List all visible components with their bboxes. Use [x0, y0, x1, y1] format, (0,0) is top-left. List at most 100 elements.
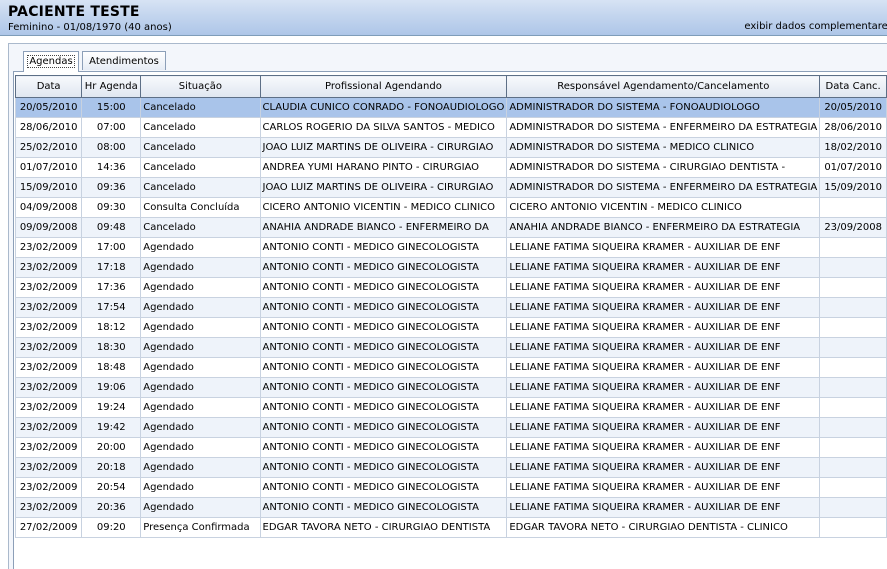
cell-scheduling-professional: ANTONIO CONTI - MEDICO GINECOLOGISTA [259, 477, 508, 498]
table-row[interactable]: 23/02/2009 18:48 Agendado ANTONIO CONTI - M… [14, 357, 887, 378]
cell-time: 07:00 [81, 117, 142, 138]
table-row[interactable]: 15/09/2010 09:36 Cancelado JOAO LUIZ MARTIN… [14, 177, 887, 198]
table-row[interactable]: 23/02/2009 20:18 Agendado ANTONIO CONTI - M… [14, 457, 887, 478]
cell-time: 17:36 [81, 277, 142, 298]
cell-date: 09/09/2008 [14, 217, 83, 238]
cell-cancel-date: 18/02/2010 [819, 137, 887, 158]
tab-atendimentos[interactable]: Atendimentos [82, 51, 166, 70]
cell-date: 27/02/2009 [14, 517, 83, 538]
table-row[interactable]: 23/02/2009 18:30 Agendado ANTONIO CONTI - M… [14, 337, 887, 358]
show-details-link[interactable]: exibir dados complementares [744, 21, 887, 32]
table-row[interactable]: 23/02/2009 19:06 Agendado ANTONIO CONTI - M… [14, 377, 887, 398]
cell-cancel-date [819, 317, 887, 338]
cell-cancel-date [819, 517, 887, 538]
cell-time: 20:00 [81, 437, 142, 458]
column-header-status[interactable]: Situação [140, 75, 261, 98]
cell-cancel-date [819, 297, 887, 318]
cell-status: Cancelado [140, 117, 261, 138]
cell-date: 23/02/2009 [14, 277, 83, 298]
cell-date: 23/02/2009 [14, 257, 83, 278]
cell-status: Agendado [140, 397, 261, 418]
cell-time: 17:18 [81, 257, 142, 278]
cell-cancel-date [819, 357, 887, 378]
cell-responsible: LELIANE FATIMA SIQUEIRA KRAMER - AUXILIA… [506, 497, 821, 518]
cell-scheduling-professional: CARLOS ROGERIO DA SILVA SANTOS - MEDICO [259, 117, 508, 138]
cell-scheduling-professional: CLAUDIA CUNICO CONRADO - FONOAUDIOLOGO [259, 97, 508, 118]
table-row[interactable]: 23/02/2009 17:54 Agendado ANTONIO CONTI - M… [14, 297, 887, 318]
appointments-table: Data Hr Agenda Situação Profissional Age… [14, 75, 887, 538]
cell-date: 23/02/2009 [14, 317, 83, 338]
cell-scheduling-professional: ANTONIO CONTI - MEDICO GINECOLOGISTA [259, 297, 508, 318]
cell-cancel-date [819, 377, 887, 398]
cell-cancel-date: 23/09/2008 [819, 217, 887, 238]
table-row[interactable]: 01/07/2010 14:36 Cancelado ANDREA YUMI HARA… [14, 157, 887, 178]
cell-scheduling-professional: ANTONIO CONTI - MEDICO GINECOLOGISTA [259, 377, 508, 398]
cell-time: 14:36 [81, 157, 142, 178]
table-row[interactable]: 23/02/2009 17:18 Agendado ANTONIO CONTI - M… [14, 257, 887, 278]
table-row[interactable]: 25/02/2010 08:00 Cancelado JOAO LUIZ MARTIN… [14, 137, 887, 158]
cell-status: Cancelado [140, 157, 261, 178]
cell-status: Agendado [140, 417, 261, 438]
cell-date: 23/02/2009 [14, 477, 83, 498]
cell-scheduling-professional: ANTONIO CONTI - MEDICO GINECOLOGISTA [259, 457, 508, 478]
cell-responsible: LELIANE FATIMA SIQUEIRA KRAMER - AUXILIA… [506, 237, 821, 258]
cell-cancel-date: 15/09/2010 [819, 177, 887, 198]
cell-cancel-date [819, 257, 887, 278]
column-header-scheduling-professional[interactable]: Profissional Agendando [259, 75, 508, 98]
cell-time: 17:54 [81, 297, 142, 318]
cell-time: 19:06 [81, 377, 142, 398]
column-header-cancel-date[interactable]: Data Canc. [819, 75, 887, 98]
table-row[interactable]: 04/09/2008 09:30 Consulta Concluída CICERO … [14, 197, 887, 218]
tab-agendas-label: Agendas [27, 55, 75, 68]
cell-date: 23/02/2009 [14, 437, 83, 458]
cell-scheduling-professional: ANDREA YUMI HARANO PINTO - CIRURGIAO [259, 157, 508, 178]
cell-scheduling-professional: ANTONIO CONTI - MEDICO GINECOLOGISTA [259, 417, 508, 438]
table-row[interactable]: 23/02/2009 17:36 Agendado ANTONIO CONTI - M… [14, 277, 887, 298]
tab-agendas[interactable]: Agendas [23, 51, 79, 72]
cell-status: Agendado [140, 377, 261, 398]
cell-scheduling-professional: CICERO ANTONIO VICENTIN - MEDICO CLINICO [259, 197, 508, 218]
cell-scheduling-professional: ANTONIO CONTI - MEDICO GINECOLOGISTA [259, 337, 508, 358]
column-header-time[interactable]: Hr Agenda [81, 75, 142, 98]
cell-time: 09:48 [81, 217, 142, 238]
cell-date: 23/02/2009 [14, 357, 83, 378]
column-header-date[interactable]: Data [14, 75, 83, 98]
cell-cancel-date [819, 477, 887, 498]
cell-status: Agendado [140, 357, 261, 378]
table-row[interactable]: 09/09/2008 09:48 Cancelado ANAHIA ANDRADE B… [14, 217, 887, 238]
cell-date: 28/06/2010 [14, 117, 83, 138]
cell-time: 20:18 [81, 457, 142, 478]
patient-header: PACIENTE TESTE Feminino - 01/08/1970 (40… [0, 0, 887, 36]
cell-responsible: LELIANE FATIMA SIQUEIRA KRAMER - AUXILIA… [506, 417, 821, 438]
cell-cancel-date [819, 417, 887, 438]
table-row[interactable]: 23/02/2009 20:00 Agendado ANTONIO CONTI - M… [14, 437, 887, 458]
cell-status: Agendado [140, 297, 261, 318]
table-row[interactable]: 23/02/2009 17:00 Agendado ANTONIO CONTI - M… [14, 237, 887, 258]
cell-status: Agendado [140, 457, 261, 478]
agendas-tab-content: Data Hr Agenda Situação Profissional Age… [13, 71, 887, 569]
table-row[interactable]: 23/02/2009 18:12 Agendado ANTONIO CONTI - M… [14, 317, 887, 338]
cell-cancel-date [819, 457, 887, 478]
cell-time: 19:42 [81, 417, 142, 438]
cell-responsible: LELIANE FATIMA SIQUEIRA KRAMER - AUXILIA… [506, 357, 821, 378]
column-header-responsible[interactable]: Responsável Agendamento/Cancelamento [506, 75, 821, 98]
cell-date: 23/02/2009 [14, 377, 83, 398]
cell-scheduling-professional: ANAHIA ANDRADE BIANCO - ENFERMEIRO DA [259, 217, 508, 238]
table-row[interactable]: 23/02/2009 20:36 Agendado ANTONIO CONTI - M… [14, 497, 887, 518]
table-row[interactable]: 23/02/2009 20:54 Agendado ANTONIO CONTI - M… [14, 477, 887, 498]
cell-date: 20/05/2010 [14, 97, 83, 118]
cell-responsible: LELIANE FATIMA SIQUEIRA KRAMER - AUXILIA… [506, 397, 821, 418]
table-row[interactable]: 27/02/2009 09:20 Presença Confirmada EDGAR … [14, 517, 887, 538]
cell-scheduling-professional: ANTONIO CONTI - MEDICO GINECOLOGISTA [259, 497, 508, 518]
cell-responsible: LELIANE FATIMA SIQUEIRA KRAMER - AUXILIA… [506, 477, 821, 498]
table-row[interactable]: 20/05/2010 15:00 Cancelado CLAUDIA CUNICO C… [14, 97, 887, 118]
table-row[interactable]: 28/06/2010 07:00 Cancelado CARLOS ROGERIO D… [14, 117, 887, 138]
cell-responsible: ADMINISTRADOR DO SISTEMA - FONOAUDIOLOGO [506, 97, 821, 118]
table-row[interactable]: 23/02/2009 19:24 Agendado ANTONIO CONTI - M… [14, 397, 887, 418]
cell-status: Agendado [140, 497, 261, 518]
cell-status: Cancelado [140, 137, 261, 158]
cell-scheduling-professional: ANTONIO CONTI - MEDICO GINECOLOGISTA [259, 317, 508, 338]
table-row[interactable]: 23/02/2009 19:42 Agendado ANTONIO CONTI - M… [14, 417, 887, 438]
cell-status: Cancelado [140, 177, 261, 198]
patient-name: PACIENTE TESTE [8, 4, 140, 20]
